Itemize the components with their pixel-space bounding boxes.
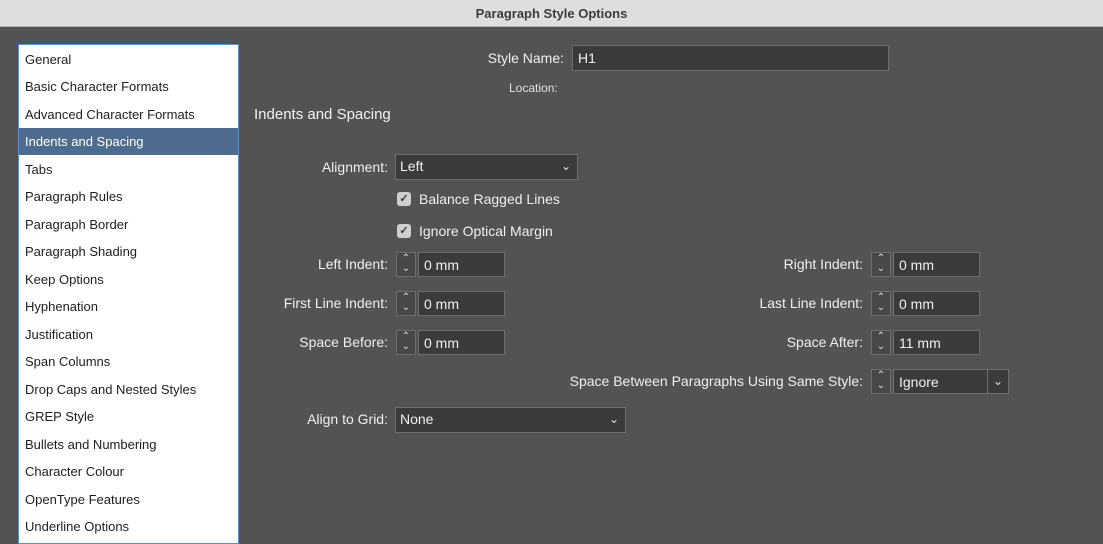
right-indent-label: Right Indent: [783, 256, 863, 272]
location-label: Location: [509, 81, 558, 95]
align-to-grid-value: None [400, 411, 434, 427]
chevron-down-icon: ⌄ [608, 412, 619, 426]
sidebar-item-tabs[interactable]: Tabs [19, 156, 238, 183]
last-line-indent-stepper[interactable]: ⌃ ⌄ [871, 291, 891, 316]
sidebar-item-general[interactable]: General [19, 46, 238, 73]
stepper-down-icon[interactable]: ⌄ [401, 342, 411, 352]
category-list[interactable]: General Basic Character Formats Advanced… [18, 44, 239, 544]
align-to-grid-dropdown[interactable]: None ⌄ [395, 407, 626, 433]
style-name-input[interactable] [572, 45, 889, 71]
sidebar-item-advanced-character-formats[interactable]: Advanced Character Formats [19, 101, 238, 128]
section-title: Indents and Spacing [254, 106, 391, 123]
sidebar-item-keep-options[interactable]: Keep Options [19, 266, 238, 293]
sidebar-item-span-columns[interactable]: Span Columns [19, 348, 238, 375]
checkmark-icon: ✓ [399, 225, 409, 237]
sidebar-item-drop-caps[interactable]: Drop Caps and Nested Styles [19, 376, 238, 403]
left-indent-input[interactable] [418, 252, 505, 277]
space-between-stepper[interactable]: ⌃ ⌄ [871, 369, 891, 394]
stepper-down-icon[interactable]: ⌄ [876, 303, 886, 313]
align-to-grid-label: Align to Grid: [307, 411, 388, 427]
window-title: Paragraph Style Options [0, 0, 1103, 27]
space-after-input[interactable] [893, 330, 980, 355]
first-line-indent-stepper[interactable]: ⌃ ⌄ [396, 291, 416, 316]
chevron-down-icon: ⌄ [560, 159, 571, 173]
alignment-dropdown[interactable]: Left ⌄ [395, 154, 578, 180]
sidebar-item-opentype-features[interactable]: OpenType Features [19, 486, 238, 513]
last-line-indent-input[interactable] [893, 291, 980, 316]
right-indent-stepper[interactable]: ⌃ ⌄ [871, 252, 891, 277]
space-between-dropdown-button[interactable]: ⌄ [987, 369, 1009, 394]
sidebar-item-paragraph-border[interactable]: Paragraph Border [19, 211, 238, 238]
space-after-label: Space After: [786, 334, 863, 350]
stepper-down-icon[interactable]: ⌄ [876, 381, 886, 391]
first-line-indent-label: First Line Indent: [283, 295, 388, 311]
left-indent-stepper[interactable]: ⌃ ⌄ [396, 252, 416, 277]
ignore-optical-margin-checkbox[interactable]: ✓ [397, 224, 411, 238]
balance-ragged-lines-label: Balance Ragged Lines [419, 191, 560, 207]
stepper-down-icon[interactable]: ⌄ [401, 303, 411, 313]
sidebar-item-grep-style[interactable]: GREP Style [19, 403, 238, 430]
stepper-down-icon[interactable]: ⌄ [876, 264, 886, 274]
style-name-label: Style Name: [487, 50, 564, 66]
space-between-label: Space Between Paragraphs Using Same Styl… [569, 373, 863, 389]
chevron-down-icon: ⌄ [992, 374, 1004, 388]
stepper-down-icon[interactable]: ⌄ [876, 342, 886, 352]
space-after-stepper[interactable]: ⌃ ⌄ [871, 330, 891, 355]
space-before-stepper[interactable]: ⌃ ⌄ [396, 330, 416, 355]
last-line-indent-label: Last Line Indent: [759, 295, 863, 311]
sidebar-item-character-colour[interactable]: Character Colour [19, 458, 238, 485]
alignment-label: Alignment: [321, 159, 388, 175]
space-between-input[interactable] [893, 369, 988, 394]
stepper-down-icon[interactable]: ⌄ [401, 264, 411, 274]
sidebar-item-justification[interactable]: Justification [19, 321, 238, 348]
ignore-optical-margin-label: Ignore Optical Margin [419, 223, 553, 239]
sidebar-item-hyphenation[interactable]: Hyphenation [19, 293, 238, 320]
left-indent-label: Left Indent: [317, 256, 388, 272]
sidebar-item-indents-and-spacing[interactable]: Indents and Spacing [19, 128, 238, 155]
balance-ragged-lines-checkbox[interactable]: ✓ [397, 192, 411, 206]
space-before-label: Space Before: [299, 334, 388, 350]
sidebar-item-paragraph-rules[interactable]: Paragraph Rules [19, 183, 238, 210]
sidebar-item-underline-options[interactable]: Underline Options [19, 513, 238, 540]
first-line-indent-input[interactable] [418, 291, 505, 316]
sidebar-item-basic-character-formats[interactable]: Basic Character Formats [19, 73, 238, 100]
alignment-value: Left [400, 158, 424, 174]
checkmark-icon: ✓ [399, 193, 409, 205]
sidebar-item-bullets-and-numbering[interactable]: Bullets and Numbering [19, 431, 238, 458]
right-indent-input[interactable] [893, 252, 980, 277]
sidebar-item-paragraph-shading[interactable]: Paragraph Shading [19, 238, 238, 265]
space-before-input[interactable] [418, 330, 505, 355]
